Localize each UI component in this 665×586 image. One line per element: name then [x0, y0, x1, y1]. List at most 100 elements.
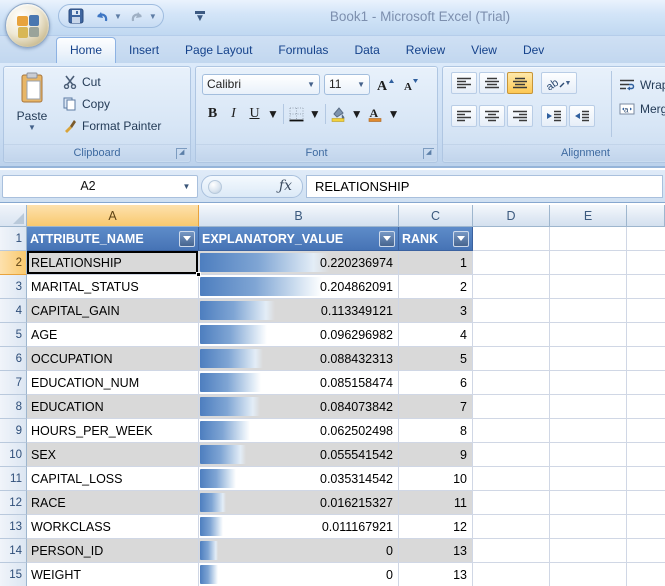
decrease-indent-button[interactable] [541, 105, 567, 127]
formula-input[interactable]: RELATIONSHIP [306, 175, 663, 198]
grow-font-button[interactable]: A [374, 73, 396, 95]
column-header-d[interactable]: D [473, 205, 550, 227]
tab-view[interactable]: View [458, 38, 510, 63]
filter-dropdown-icon[interactable] [179, 231, 195, 247]
cell-empty[interactable] [473, 491, 550, 515]
cell-attribute-name[interactable]: AGE [27, 323, 199, 347]
merge-center-button[interactable]: a Merg [619, 97, 665, 121]
orientation-button[interactable]: ab ▼ [541, 72, 577, 94]
cell-rank[interactable]: 4 [399, 323, 473, 347]
name-box-dropdown-icon[interactable]: ▼ [178, 178, 195, 195]
row-header-6[interactable]: 6 [0, 347, 27, 371]
align-right-button[interactable] [507, 105, 533, 127]
cell-empty[interactable] [473, 347, 550, 371]
align-center-button[interactable] [479, 105, 505, 127]
row-header-2[interactable]: 2 [0, 251, 27, 275]
cell-attribute-name[interactable]: MARITAL_STATUS [27, 275, 199, 299]
cell-attribute-name[interactable]: RELATIONSHIP [27, 251, 199, 275]
header-cell-attribute-name[interactable]: ATTRIBUTE_NAME [27, 227, 199, 251]
align-top-button[interactable] [451, 72, 477, 94]
cell-empty[interactable] [627, 515, 665, 539]
tab-formulas[interactable]: Formulas [265, 38, 341, 63]
row-header-10[interactable]: 10 [0, 443, 27, 467]
font-size-select[interactable]: 11 ▼ [324, 74, 370, 95]
bold-button[interactable]: B [202, 103, 223, 125]
cell-attribute-name[interactable]: PERSON_ID [27, 539, 199, 563]
row-header-9[interactable]: 9 [0, 419, 27, 443]
redo-dropdown[interactable]: ▼ [149, 12, 157, 21]
cell-empty[interactable] [550, 539, 627, 563]
row-header-12[interactable]: 12 [0, 491, 27, 515]
cell-rank[interactable]: 9 [399, 443, 473, 467]
cell-empty[interactable] [473, 467, 550, 491]
cell-rank[interactable]: 8 [399, 419, 473, 443]
save-button[interactable] [65, 6, 87, 26]
shrink-font-button[interactable]: A [400, 73, 421, 95]
header-cell-explanatory-value[interactable]: EXPLANATORY_VALUE [199, 227, 399, 251]
cell-empty[interactable] [550, 371, 627, 395]
cell-empty[interactable] [550, 227, 627, 251]
cell-empty[interactable] [627, 347, 665, 371]
row-header-15[interactable]: 15 [0, 563, 27, 586]
font-color-dropdown[interactable]: ▼ [386, 103, 402, 125]
cell-empty[interactable] [473, 563, 550, 586]
cell-explanatory-value[interactable]: 0.035314542 [199, 467, 399, 491]
fill-color-dropdown[interactable]: ▼ [349, 103, 365, 125]
tab-data[interactable]: Data [341, 38, 392, 63]
wrap-text-button[interactable]: Wrap [619, 73, 665, 97]
cell-explanatory-value[interactable]: 0.084073842 [199, 395, 399, 419]
cell-attribute-name[interactable]: EDUCATION_NUM [27, 371, 199, 395]
cell-empty[interactable] [550, 515, 627, 539]
name-box[interactable]: A2 ▼ [2, 175, 198, 198]
column-header-partial[interactable] [627, 205, 665, 227]
cell-empty[interactable] [473, 299, 550, 323]
column-header-a[interactable]: A [27, 205, 199, 227]
cell-explanatory-value[interactable]: 0.220236974 [199, 251, 399, 275]
cell-explanatory-value[interactable]: 0.062502498 [199, 419, 399, 443]
cell-empty[interactable] [550, 275, 627, 299]
column-header-c[interactable]: C [399, 205, 473, 227]
cell-rank[interactable]: 3 [399, 299, 473, 323]
copy-button[interactable]: Copy [60, 93, 164, 115]
column-header-e[interactable]: E [550, 205, 627, 227]
cell-empty[interactable] [627, 227, 665, 251]
filter-dropdown-icon[interactable] [379, 231, 395, 247]
cell-explanatory-value[interactable]: 0.055541542 [199, 443, 399, 467]
cell-explanatory-value[interactable]: 0.011167921 [199, 515, 399, 539]
cut-button[interactable]: Cut [60, 71, 164, 93]
cell-explanatory-value[interactable]: 0.113349121 [199, 299, 399, 323]
cell-rank[interactable]: 6 [399, 371, 473, 395]
cell-rank[interactable]: 13 [399, 539, 473, 563]
cell-empty[interactable] [473, 251, 550, 275]
cell-rank[interactable]: 5 [399, 347, 473, 371]
row-header-5[interactable]: 5 [0, 323, 27, 347]
row-header-7[interactable]: 7 [0, 371, 27, 395]
format-painter-button[interactable]: Format Painter [60, 115, 164, 137]
cell-explanatory-value[interactable]: 0.016215327 [199, 491, 399, 515]
font-dialog-launcher-icon[interactable] [423, 148, 434, 159]
tab-review[interactable]: Review [393, 38, 458, 63]
cell-explanatory-value[interactable]: 0.096296982 [199, 323, 399, 347]
cell-empty[interactable] [627, 467, 665, 491]
cell-rank[interactable]: 11 [399, 491, 473, 515]
cell-empty[interactable] [473, 395, 550, 419]
undo-dropdown[interactable]: ▼ [114, 12, 122, 21]
cell-empty[interactable] [627, 539, 665, 563]
row-header-14[interactable]: 14 [0, 539, 27, 563]
select-all-corner[interactable] [0, 205, 27, 227]
row-header-8[interactable]: 8 [0, 395, 27, 419]
cell-empty[interactable] [627, 251, 665, 275]
underline-button[interactable]: U [244, 103, 265, 125]
cell-explanatory-value[interactable]: 0.204862091 [199, 275, 399, 299]
cell-attribute-name[interactable]: SEX [27, 443, 199, 467]
cell-empty[interactable] [473, 539, 550, 563]
filter-dropdown-icon[interactable] [453, 231, 469, 247]
cell-empty[interactable] [550, 419, 627, 443]
cell-empty[interactable] [627, 491, 665, 515]
align-middle-button[interactable] [479, 72, 505, 94]
cell-rank[interactable]: 2 [399, 275, 473, 299]
cell-empty[interactable] [627, 419, 665, 443]
cell-rank[interactable]: 12 [399, 515, 473, 539]
clipboard-dialog-launcher-icon[interactable] [176, 148, 187, 159]
cell-rank[interactable]: 13 [399, 563, 473, 586]
